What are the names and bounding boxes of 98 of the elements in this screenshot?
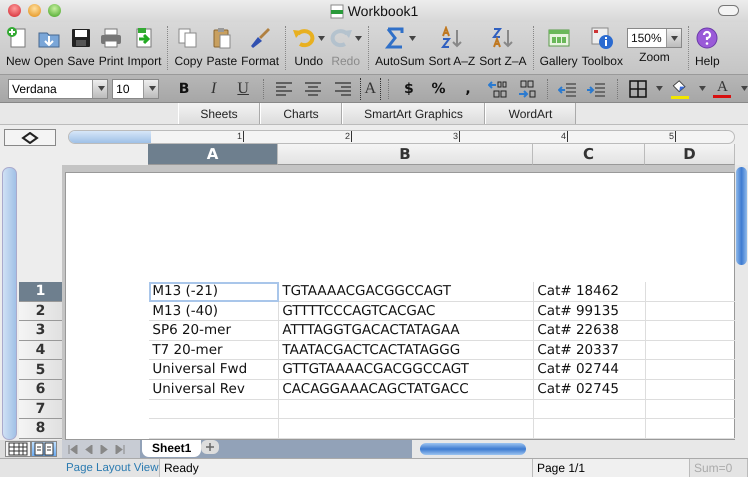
table-cell: CACAGGAAACAGCTATGACC [279,380,534,400]
caret-icon [698,86,706,91]
row-header[interactable]: 5 [18,360,62,380]
row-header[interactable]: 6 [18,380,62,400]
italic-button[interactable]: I [200,78,226,100]
table-cell: M13 (-40) [149,302,280,322]
row-header[interactable]: 8 [18,419,62,439]
zoom-field[interactable]: 150% [626,28,682,48]
toolbar-button[interactable]: Gallery [538,24,580,68]
table-cell: SP6 20-mer [149,321,280,341]
caret-icon [741,86,748,91]
redo-arrow-icon [329,26,354,50]
view-button[interactable] [5,441,31,457]
workbook-icon [330,4,344,18]
table-cell: Cat# 18462 [534,282,646,302]
table-cell: TAATACGACTCACTATAGGG [279,340,534,360]
table-cell: Cat# 02745 [534,380,646,400]
currency-button[interactable]: $ [396,78,422,100]
row-header[interactable]: 1 [18,282,62,302]
scroll-thumb[interactable] [736,167,748,265]
printer-icon [99,26,124,50]
ribbon-tab[interactable]: Sheets [178,103,260,124]
toolbar-button[interactable]: Open [32,24,66,68]
font-color-button[interactable]: A [710,76,736,100]
table-cell: Universal Fwd [149,360,280,380]
view-name: Page Layout View [65,461,160,476]
ruler-number: 3 [453,131,460,142]
toolbar-button[interactable]: Save [65,24,97,68]
ruler-number: 5 [669,131,676,142]
table-cell: M13 (-21) [149,282,280,302]
sheet-tab[interactable]: Sheet1 [142,440,202,457]
toolbar-toggle-button[interactable] [718,5,739,16]
ruler-toggle-button[interactable] [4,129,56,146]
table-cell: Cat# 02744 [534,360,646,380]
ruler-number: 2 [345,131,352,142]
toolbar-button[interactable]: Paste [204,24,240,68]
scroll-thumb[interactable] [420,443,526,455]
toolbar-button[interactable]: Import [125,24,164,68]
diamond-icon [21,132,39,144]
ruler-number: 4 [561,131,568,142]
sort-descending-icon [490,26,515,50]
zoom-label: Zoom [639,50,670,64]
caret-icon [148,86,156,91]
row-header[interactable]: 2 [18,302,62,322]
close-button[interactable] [8,4,21,17]
row-header[interactable]: 7 [18,400,62,420]
table-cell: GTTTTCCCAGTCACGAC [279,302,534,322]
sum-readout: Sum=0 [690,459,748,477]
ribbon-tab[interactable]: WordArt [485,103,576,124]
undo-arrow-icon [292,26,316,50]
table-cell: TGTAAAACGACGGCCAGT [279,282,534,302]
row-header[interactable]: 4 [18,340,62,360]
column-header[interactable]: B [278,144,533,165]
toolbar-button[interactable]: Sort A–Z [426,24,478,68]
ribbon-tab[interactable]: Charts [260,103,342,124]
table-cell: Cat# 22638 [534,321,646,341]
page-count: Page 1/1 [533,459,690,477]
column-header[interactable]: D [645,144,735,165]
ribbon-tab[interactable]: SmartArt Graphics [342,103,485,124]
toolbar-button[interactable]: Format [239,24,282,68]
toolbar-button[interactable]: Undo [290,24,328,68]
add-sheet-icon[interactable] [201,440,220,454]
table-cell: T7 20-mer [149,340,280,360]
window-title: Workbook1 [348,3,418,19]
percent-button[interactable]: % [426,78,452,100]
row-header[interactable]: 3 [18,321,62,341]
caret-icon [98,86,105,91]
help-icon [695,26,720,50]
status-text: Ready [160,459,533,477]
toolbar-button[interactable]: Copy [172,24,204,68]
wrap-text-button[interactable]: A [360,78,382,100]
font-name-field[interactable]: Verdana [8,78,108,98]
toolbar-button[interactable]: Sort Z–A [477,24,529,68]
view-button[interactable] [31,441,57,457]
column-header[interactable]: C [533,144,645,165]
toolbox-icon [590,26,614,50]
normal-view-icon [8,441,28,457]
font-size-field[interactable]: 10 [112,78,160,98]
underline-button[interactable]: U [230,78,256,100]
table-cell: Cat# 99135 [534,302,646,322]
table-cell: Cat# 20337 [534,340,646,360]
paintbrush-icon [248,26,272,50]
page-layout-view-icon [34,441,54,457]
sort-ascending-icon [440,26,464,50]
bold-button[interactable]: B [171,78,197,100]
ruler-number: 1 [237,131,244,142]
table-cell: GTTGTAAAACGACGGCCAGT [279,360,534,380]
toolbar-button[interactable]: AutoSum [373,24,427,68]
column-header[interactable]: A [148,144,278,165]
toolbar-button[interactable]: Toolbox [580,24,625,68]
caret-icon [656,86,664,91]
table-cell: Universal Rev [149,380,280,400]
comma-style-button[interactable]: , [455,78,481,100]
table-cell: ATTTAGGTGACACTATAGAA [279,321,534,341]
toolbar-button[interactable]: New [4,24,32,68]
toolbar-button[interactable]: Help [692,24,722,68]
caret-icon [671,36,678,40]
toolbar-button[interactable]: Print [96,24,126,68]
